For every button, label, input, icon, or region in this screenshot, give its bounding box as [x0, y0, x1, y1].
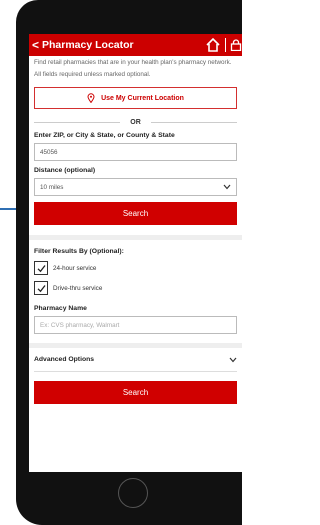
map-pin-icon — [87, 93, 95, 103]
section-separator — [29, 235, 242, 240]
form-content: Find retail pharmacies that are in your … — [29, 56, 242, 404]
phone-home-button[interactable] — [118, 478, 148, 508]
filter-drive-thru[interactable]: Drive-thru service — [34, 281, 237, 295]
pharmacy-name-placeholder: Ex: CVS pharmacy, Walmart — [40, 321, 120, 329]
or-label: OR — [130, 119, 141, 126]
advanced-options-toggle[interactable]: Advanced Options — [34, 348, 237, 372]
or-line-right — [150, 122, 237, 123]
advanced-options-label: Advanced Options — [34, 356, 95, 363]
chevron-down-icon — [223, 184, 231, 190]
checkmark-icon — [37, 264, 46, 272]
app-screen: < Pharmacy Locator Find retail pharmacie… — [29, 34, 242, 472]
distance-value: 10 miles — [40, 183, 64, 191]
filter-24-hour[interactable]: 24-hour service — [34, 261, 237, 275]
required-note: All fields required unless marked option… — [34, 71, 151, 78]
checkmark-icon — [37, 284, 46, 292]
header-divider — [225, 38, 226, 52]
use-current-location-button[interactable]: Use My Current Location — [34, 87, 237, 109]
lock-icon[interactable] — [230, 39, 242, 51]
checkbox-drive-thru[interactable] — [34, 281, 48, 295]
distance-select[interactable]: 10 miles — [34, 178, 237, 196]
home-icon[interactable] — [205, 37, 221, 53]
search-button[interactable]: Search — [34, 202, 237, 225]
location-button-label: Use My Current Location — [101, 94, 184, 102]
top-bar: < Pharmacy Locator — [29, 34, 242, 56]
search-button-bottom[interactable]: Search — [34, 381, 237, 404]
checkbox-24-hour[interactable] — [34, 261, 48, 275]
address-value: 45056 — [40, 148, 58, 156]
chevron-down-icon — [229, 357, 237, 362]
filter-label: Filter Results By (Optional): — [34, 248, 124, 255]
filter-24-hour-label: 24-hour service — [53, 264, 97, 272]
intro-text: Find retail pharmacies that are in your … — [34, 59, 232, 66]
page-title: Pharmacy Locator — [42, 39, 134, 51]
filter-drive-thru-label: Drive-thru service — [53, 284, 103, 292]
pharmacy-name-label: Pharmacy Name — [34, 305, 87, 312]
distance-label: Distance (optional) — [34, 167, 96, 174]
address-label: Enter ZIP, or City & State, or County & … — [34, 132, 175, 139]
or-divider: OR — [34, 119, 237, 126]
pharmacy-name-input[interactable]: Ex: CVS pharmacy, Walmart — [34, 316, 237, 334]
or-line-left — [34, 122, 121, 123]
address-input[interactable]: 45056 — [34, 143, 237, 161]
back-button[interactable]: < — [29, 38, 42, 52]
